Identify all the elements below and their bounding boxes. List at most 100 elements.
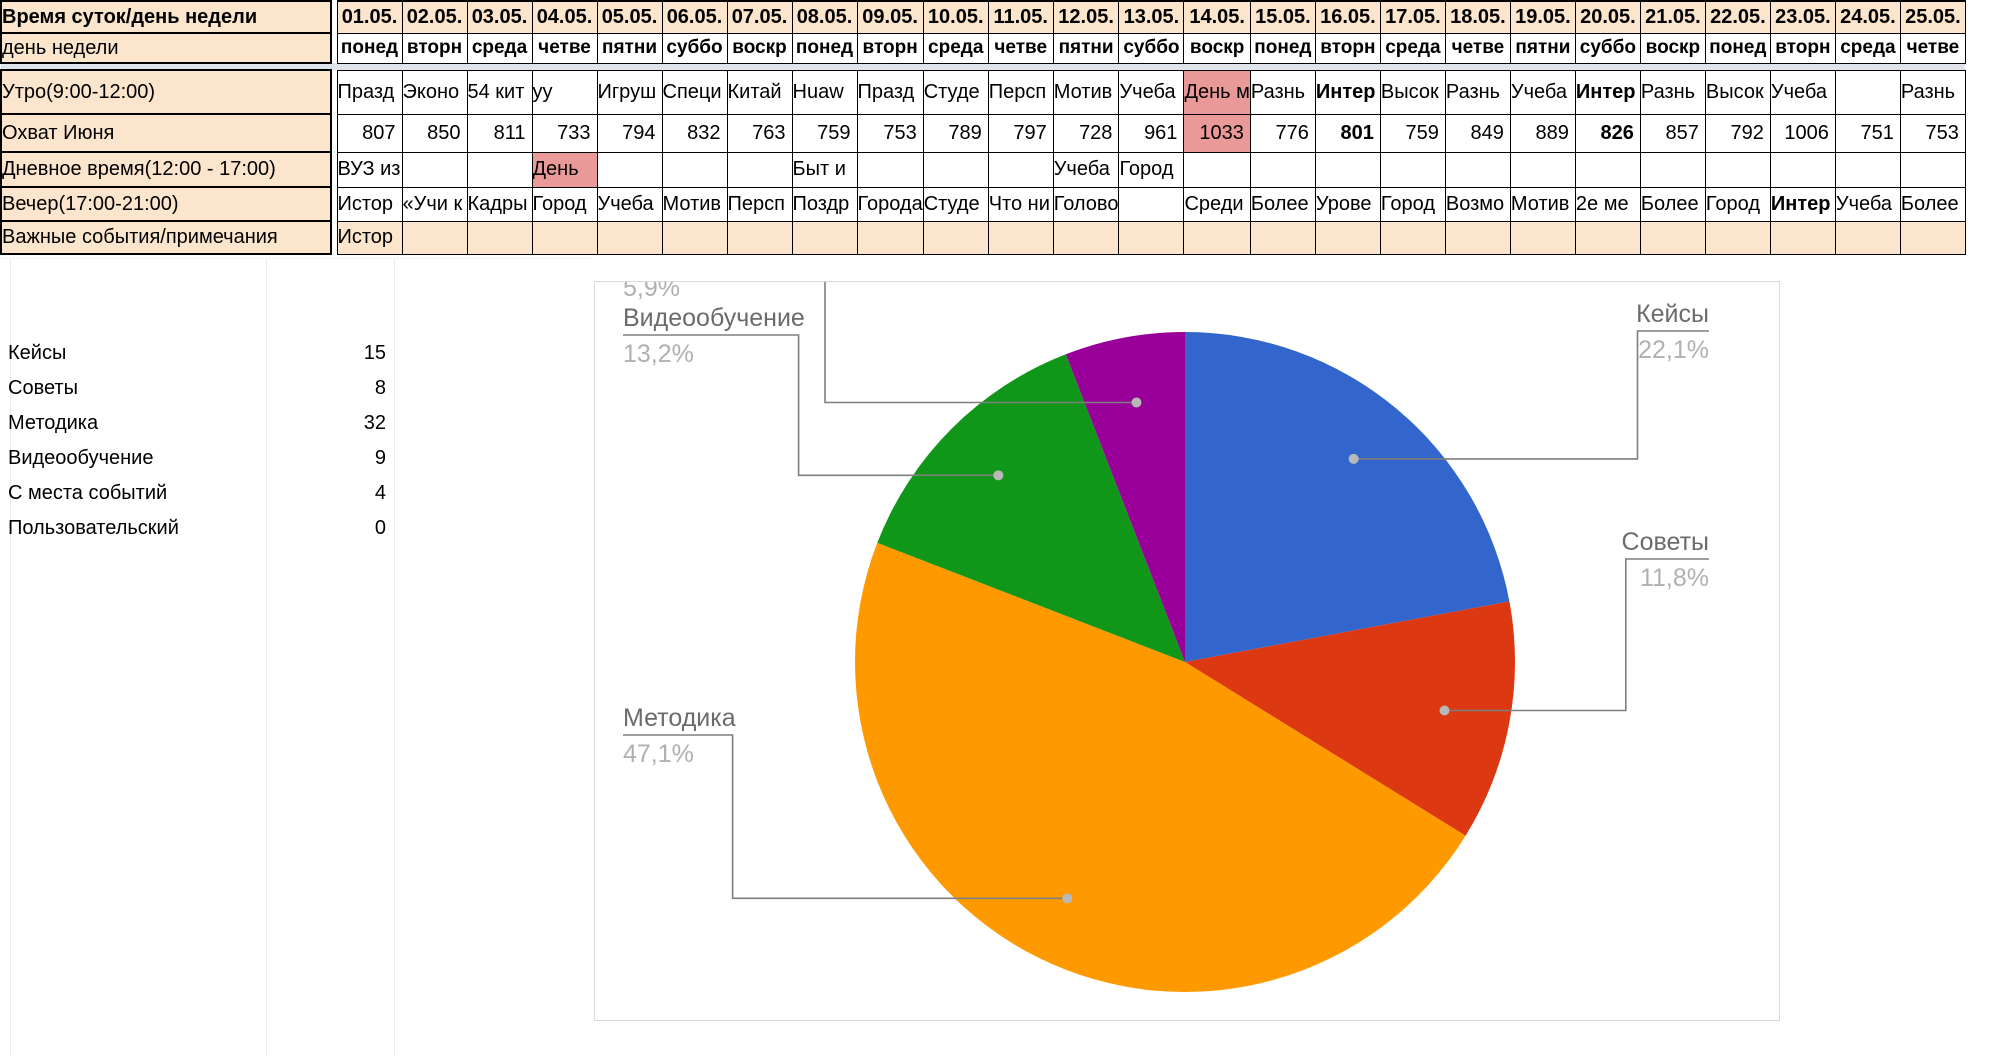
evening-cell[interactable] (1118, 186, 1185, 222)
notes-cell[interactable]: Истор (336, 220, 403, 255)
morning-cell[interactable]: Студе (922, 69, 989, 115)
morning-cell[interactable]: Высок (1704, 69, 1771, 115)
evening-cell[interactable]: Мотив (1509, 186, 1576, 222)
weekday-cell[interactable]: пятни (596, 32, 663, 64)
reach-cell[interactable]: 797 (987, 113, 1054, 153)
morning-cell[interactable]: Персп (987, 69, 1054, 115)
reach-cell[interactable]: 811 (466, 113, 533, 153)
reach-cell[interactable]: 889 (1509, 113, 1576, 153)
notes-cell[interactable] (1899, 220, 1966, 255)
daytime-cell[interactable] (401, 151, 468, 188)
reach-cell[interactable]: 759 (1379, 113, 1446, 153)
table-row-reach[interactable]: Охват Июня 807 850 811 733 794 832 763 759 753 78… (0, 113, 1966, 153)
daytime-cell[interactable] (1899, 151, 1966, 188)
date-header[interactable]: 19.05. (1509, 0, 1576, 34)
date-header[interactable]: 09.05. (856, 0, 924, 34)
reach-cell[interactable]: 753 (1899, 113, 1966, 153)
weekday-cell[interactable]: вторн (1769, 32, 1836, 64)
date-header[interactable]: 12.05. (1052, 0, 1120, 34)
notes-cell[interactable] (922, 220, 989, 255)
date-header[interactable]: 24.05. (1834, 0, 1901, 34)
daytime-cell[interactable] (661, 151, 728, 188)
evening-cell[interactable]: Что ни (987, 186, 1054, 222)
weekday-cell[interactable]: понед (1249, 32, 1316, 64)
daytime-cell[interactable]: Учеба (1052, 151, 1120, 188)
notes-cell[interactable] (1444, 220, 1511, 255)
weekday-cell[interactable]: понед (791, 32, 858, 64)
notes-cell[interactable] (1052, 220, 1120, 255)
reach-cell[interactable]: 1033 (1183, 113, 1251, 153)
daytime-cell[interactable]: ВУЗ из (336, 151, 403, 188)
weekday-cell[interactable]: суббо (661, 32, 728, 64)
weekday-cell[interactable]: четве (531, 32, 598, 64)
notes-cell[interactable] (1834, 220, 1901, 255)
morning-cell[interactable]: уу (531, 69, 598, 115)
weekday-cell[interactable]: вторн (1314, 32, 1381, 64)
date-header[interactable]: 23.05. (1769, 0, 1836, 34)
table-row-weekday[interactable]: день недели понед вторн среда четве пятн… (0, 32, 1966, 64)
evening-cell[interactable]: «Учи к (401, 186, 468, 222)
morning-cell[interactable]: Высок (1379, 69, 1446, 115)
morning-cell[interactable]: Разнь (1444, 69, 1511, 115)
evening-cell[interactable]: Мотив (661, 186, 728, 222)
weekday-cell[interactable]: вторн (856, 32, 924, 64)
date-header[interactable]: 21.05. (1639, 0, 1706, 34)
daytime-cell[interactable] (1444, 151, 1511, 188)
list-item[interactable]: Методика 32 (0, 406, 400, 441)
date-header[interactable]: 17.05. (1379, 0, 1446, 34)
weekday-cell[interactable]: воскр (1183, 32, 1251, 64)
daytime-cell[interactable] (1249, 151, 1316, 188)
date-header[interactable]: 16.05. (1314, 0, 1381, 34)
notes-cell[interactable] (1314, 220, 1381, 255)
reach-cell[interactable]: 776 (1249, 113, 1316, 153)
date-header[interactable]: 15.05. (1249, 0, 1316, 34)
evening-cell[interactable]: Город (531, 186, 598, 222)
morning-cell[interactable] (1834, 69, 1901, 115)
evening-cell[interactable]: Истор (336, 186, 403, 222)
morning-cell[interactable]: Празд (856, 69, 924, 115)
date-header[interactable]: 06.05. (661, 0, 728, 34)
list-item[interactable]: Кейсы 15 (0, 336, 400, 371)
evening-cell[interactable]: Учеба (1834, 186, 1901, 222)
date-header[interactable]: 13.05. (1118, 0, 1185, 34)
evening-cell[interactable]: Город (1379, 186, 1446, 222)
table-row-evening[interactable]: Вечер(17:00-21:00) Истор «Учи к Кадры Город… (0, 186, 1966, 222)
weekday-cell[interactable]: среда (466, 32, 533, 64)
daytime-cell[interactable] (1509, 151, 1576, 188)
daytime-cell[interactable] (726, 151, 793, 188)
weekday-cell[interactable]: суббо (1118, 32, 1185, 64)
daytime-cell[interactable]: День (531, 151, 598, 188)
notes-cell[interactable] (1379, 220, 1446, 255)
weekday-cell[interactable]: понед (336, 32, 403, 64)
list-item[interactable]: С места событий 4 (0, 476, 400, 511)
weekday-cell[interactable]: пятни (1509, 32, 1576, 64)
weekday-cell[interactable]: среда (1834, 32, 1901, 64)
reach-cell[interactable]: 792 (1704, 113, 1771, 153)
daytime-cell[interactable] (596, 151, 663, 188)
reach-cell[interactable]: 826 (1574, 113, 1641, 153)
date-header[interactable]: 20.05. (1574, 0, 1641, 34)
morning-cell[interactable]: Huaw (791, 69, 858, 115)
evening-cell[interactable]: Возмо (1444, 186, 1511, 222)
notes-cell[interactable] (726, 220, 793, 255)
weekday-cell[interactable]: четве (1899, 32, 1966, 64)
table-row-daytime[interactable]: Дневное время(12:00 - 17:00) ВУЗ из День Б… (0, 151, 1966, 188)
daytime-cell[interactable] (922, 151, 989, 188)
weekday-cell[interactable]: воскр (1639, 32, 1706, 64)
morning-cell[interactable]: Учеба (1769, 69, 1836, 115)
notes-cell[interactable] (1183, 220, 1251, 255)
date-header[interactable]: 05.05. (596, 0, 663, 34)
weekday-cell[interactable]: среда (922, 32, 989, 64)
notes-cell[interactable] (1509, 220, 1576, 255)
reach-cell[interactable]: 759 (791, 113, 858, 153)
evening-cell[interactable]: Более (1899, 186, 1966, 222)
morning-cell[interactable]: Интер (1574, 69, 1641, 115)
weekday-cell[interactable]: среда (1379, 32, 1446, 64)
reach-cell[interactable]: 849 (1444, 113, 1511, 153)
weekday-cell[interactable]: четве (1444, 32, 1511, 64)
evening-cell[interactable]: Интер (1769, 186, 1836, 222)
reach-cell[interactable]: 753 (856, 113, 924, 153)
weekday-cell[interactable]: вторн (401, 32, 468, 64)
notes-cell[interactable] (856, 220, 924, 255)
reach-cell[interactable]: 801 (1314, 113, 1381, 153)
